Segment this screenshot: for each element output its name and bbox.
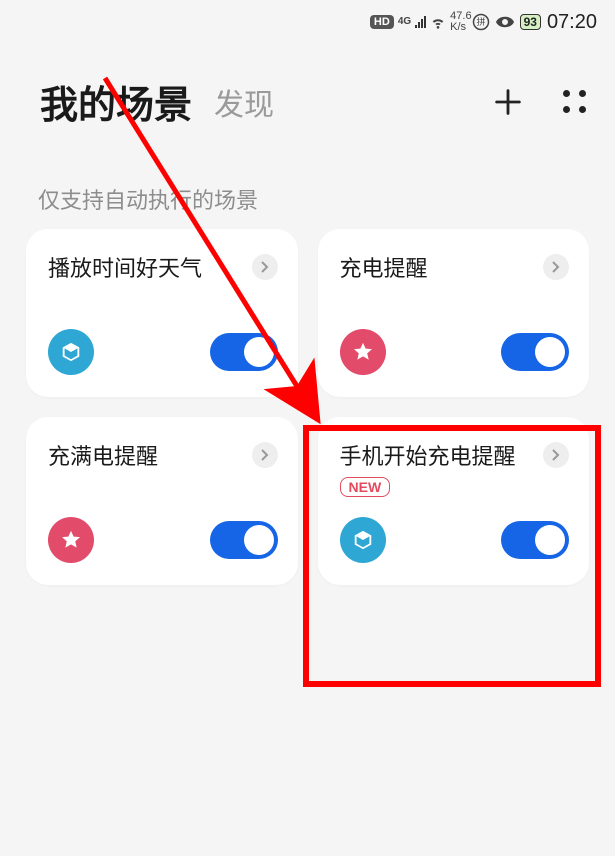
scene-title: 充满电提醒	[48, 439, 158, 471]
scene-toggle[interactable]	[501, 333, 569, 371]
section-label: 仅支持自动执行的场景	[0, 139, 615, 229]
signal-bars-icon	[415, 16, 426, 28]
status-bar: HD 4G 47.6 K/s 拼 93 07:20	[0, 0, 615, 44]
scene-card[interactable]: 充满电提醒	[26, 417, 298, 585]
hd-badge: HD	[370, 15, 394, 29]
cube-icon	[340, 517, 386, 563]
scene-grid: 播放时间好天气 充电提醒 充满电提醒	[0, 229, 615, 585]
battery-level: 93	[520, 14, 541, 30]
svg-text:拼: 拼	[476, 16, 485, 27]
cube-icon	[48, 329, 94, 375]
chevron-right-icon[interactable]	[543, 442, 569, 468]
page-header: 我的场景 发现	[0, 44, 615, 139]
input-method-icon: 拼	[472, 13, 490, 31]
net-speed: 47.6 K/s	[450, 11, 471, 33]
chevron-right-icon[interactable]	[543, 254, 569, 280]
network-4g: 4G	[398, 17, 411, 27]
new-badge: NEW	[340, 477, 391, 497]
scene-card[interactable]: 充电提醒	[318, 229, 590, 397]
scene-title: 播放时间好天气	[48, 251, 202, 283]
chevron-right-icon[interactable]	[252, 442, 278, 468]
tab-discover[interactable]: 发现	[214, 80, 274, 124]
eye-comfort-icon	[496, 16, 514, 28]
chevron-right-icon[interactable]	[252, 254, 278, 280]
scene-card[interactable]: 手机开始充电提醒 NEW	[318, 417, 590, 585]
more-menu-button[interactable]	[563, 90, 587, 114]
scene-card[interactable]: 播放时间好天气	[26, 229, 298, 397]
scene-toggle[interactable]	[210, 521, 278, 559]
star-icon	[340, 329, 386, 375]
star-icon	[48, 517, 94, 563]
scene-title: 充电提醒	[340, 251, 428, 283]
scene-toggle[interactable]	[501, 521, 569, 559]
scene-title: 手机开始充电提醒	[340, 439, 516, 471]
add-scene-button[interactable]	[491, 85, 525, 119]
wifi-icon	[430, 14, 446, 30]
scene-toggle[interactable]	[210, 333, 278, 371]
clock-time: 07:20	[547, 11, 597, 34]
tab-my-scenes[interactable]: 我的场景	[40, 74, 192, 129]
